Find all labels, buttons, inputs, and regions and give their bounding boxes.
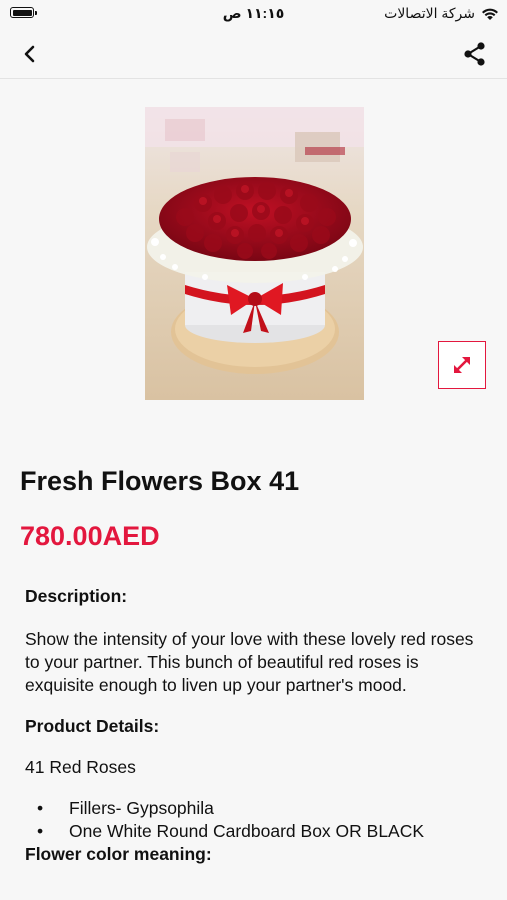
list-item: Fillers- Gypsophila — [25, 797, 485, 820]
chevron-left-icon — [24, 45, 35, 63]
share-button[interactable] — [459, 38, 491, 70]
product-content: Description: Show the intensity of your … — [25, 585, 485, 866]
product-details-heading: Product Details: — [25, 716, 160, 736]
wifi-icon — [482, 8, 498, 20]
red-roses-box-image — [145, 107, 364, 400]
nav-bar — [0, 30, 507, 79]
product-image[interactable] — [145, 107, 364, 400]
description-text: Show the intensity of your love with the… — [25, 629, 474, 695]
expand-arrows-icon — [454, 357, 470, 373]
product-title: Fresh Flowers Box 41 — [20, 466, 300, 496]
list-item: One White Round Cardboard Box OR BLACK — [25, 820, 485, 843]
share-icon — [464, 42, 485, 66]
status-bar: ١١:١٥ ص شركة الاتصالات — [0, 0, 507, 30]
flower-color-meaning-heading: Flower color meaning: — [25, 844, 212, 864]
carrier-info: شركة الاتصالات — [384, 5, 499, 22]
product-price: 780.00AED — [20, 521, 160, 551]
expand-image-button[interactable] — [438, 341, 486, 389]
roses-count: 41 Red Roses — [25, 757, 136, 777]
back-button[interactable] — [14, 38, 46, 70]
details-list: Fillers- Gypsophila One White Round Card… — [25, 797, 485, 843]
carrier-name: شركة الاتصالات — [384, 5, 475, 21]
description-heading: Description: — [25, 586, 128, 606]
